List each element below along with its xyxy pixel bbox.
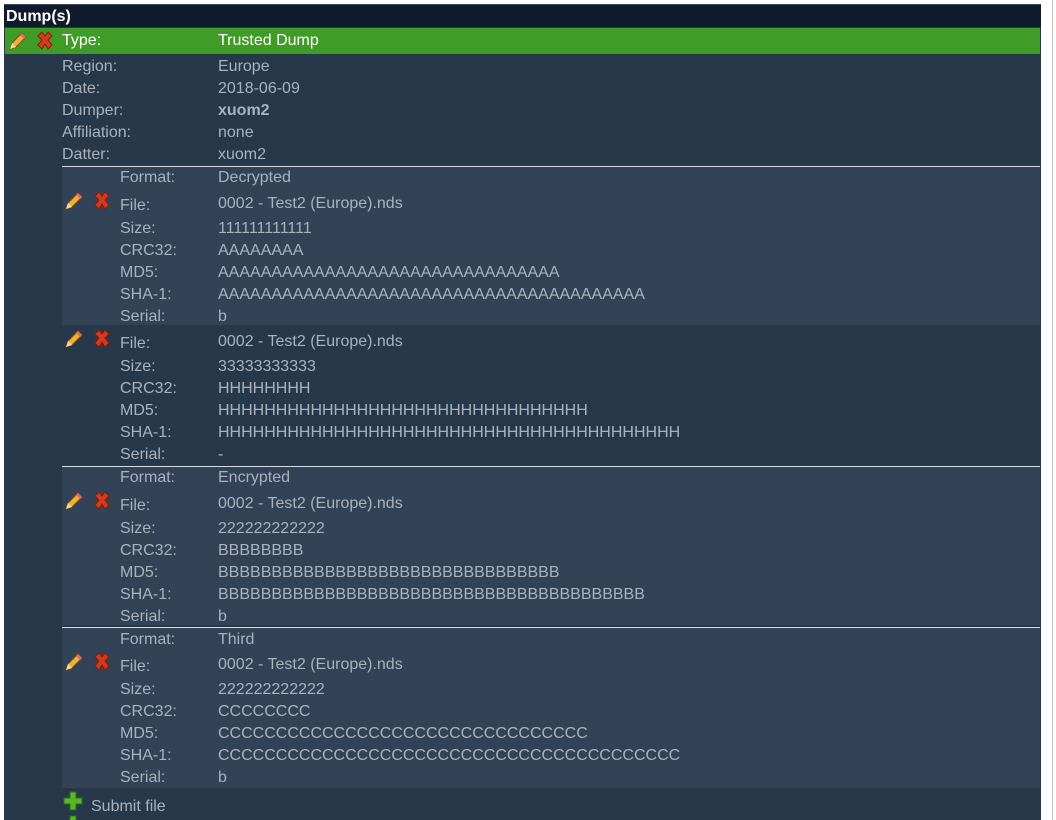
pencil-icon[interactable] <box>62 490 84 512</box>
size-value: 33333333333 <box>218 358 316 375</box>
md5-value: CCCCCCCCCCCCCCCCCCCCCCCCCCCCCCCC <box>218 725 588 742</box>
md5-label: MD5: <box>120 402 159 419</box>
size-label: Size: <box>120 220 156 237</box>
pencil-icon[interactable] <box>62 190 84 212</box>
file-name: 0002 - Test2 (Europe).nds <box>218 195 403 212</box>
dumper-value[interactable]: xuom2 <box>218 100 270 122</box>
scrollbar-divider <box>1052 0 1053 820</box>
md5-value: HHHHHHHHHHHHHHHHHHHHHHHHHHHHHHHH <box>218 402 588 419</box>
region-value: Europe <box>218 58 270 75</box>
md5-value: BBBBBBBBBBBBBBBBBBBBBBBBBBBBBBBB <box>218 564 560 581</box>
file-name: 0002 - Test2 (Europe).nds <box>218 333 403 350</box>
sha1-value: AAAAAAAAAAAAAAAAAAAAAAAAAAAAAAAAAAAAAAAA <box>218 286 645 303</box>
size-value: 111111111111 <box>218 220 312 237</box>
submit-file-link[interactable]: Submit file <box>91 796 166 818</box>
crc32-value: BBBBBBBB <box>218 542 304 559</box>
pencil-icon[interactable] <box>62 328 84 350</box>
serial-value: b <box>218 608 227 625</box>
format-value: Third <box>218 631 255 648</box>
delete-icon[interactable] <box>34 30 56 52</box>
region-label: Region: <box>62 58 118 75</box>
sha1-value: BBBBBBBBBBBBBBBBBBBBBBBBBBBBBBBBBBBBBBBB <box>218 586 645 603</box>
md5-label: MD5: <box>120 564 159 581</box>
format-label: Format: <box>120 631 176 648</box>
date-label: Date: <box>62 80 101 97</box>
serial-label: Serial: <box>120 608 166 625</box>
crc32-label: CRC32: <box>120 380 177 397</box>
affiliation-value: none <box>218 124 254 141</box>
format-label: Format: <box>120 469 176 486</box>
md5-label: MD5: <box>120 264 159 281</box>
affiliation-label: Affiliation: <box>62 124 132 141</box>
sha1-value: CCCCCCCCCCCCCCCCCCCCCCCCCCCCCCCCCCCCCCCC <box>218 747 681 764</box>
serial-value: - <box>218 446 224 463</box>
serial-label: Serial: <box>120 446 166 463</box>
type-value: Trusted Dump <box>218 32 319 49</box>
pencil-icon[interactable] <box>6 30 28 52</box>
pencil-icon[interactable] <box>62 651 84 673</box>
file-label: File: <box>120 497 151 514</box>
dumper-label: Dumper: <box>62 102 124 119</box>
size-label: Size: <box>120 520 156 537</box>
add-icon[interactable] <box>62 814 84 820</box>
sha1-value: HHHHHHHHHHHHHHHHHHHHHHHHHHHHHHHHHHHHHHHH <box>218 424 681 441</box>
crc32-value: AAAAAAAA <box>218 242 304 259</box>
date-value: 2018-06-09 <box>218 80 300 97</box>
size-label: Size: <box>120 358 156 375</box>
serial-value: b <box>218 308 227 325</box>
file-label: File: <box>120 197 151 214</box>
size-value: 222222222222 <box>218 520 325 537</box>
file-label: File: <box>120 658 151 675</box>
dump-type-row: Type: Trusted Dump <box>5 28 1040 54</box>
sha1-label: SHA-1: <box>120 586 172 603</box>
sha1-label: SHA-1: <box>120 747 172 764</box>
serial-label: Serial: <box>120 308 166 325</box>
serial-label: Serial: <box>120 769 166 786</box>
format-value: Decrypted <box>218 169 291 186</box>
serial-value: b <box>218 769 227 786</box>
delete-icon[interactable] <box>91 190 113 212</box>
md5-label: MD5: <box>120 725 159 742</box>
delete-icon[interactable] <box>91 651 113 673</box>
file-label: File: <box>120 335 151 352</box>
crc32-value: HHHHHHHH <box>218 380 311 397</box>
section-title: Dump(s) <box>4 4 1041 27</box>
datter-value: xuom2 <box>218 146 267 163</box>
type-label: Type: <box>62 32 102 49</box>
dumps-panel: Dump(s) Type: Trusted Dump Region: Europ… <box>4 4 1041 820</box>
delete-icon[interactable] <box>91 328 113 350</box>
crc32-label: CRC32: <box>120 242 177 259</box>
crc32-value: CCCCCCCC <box>218 703 311 720</box>
size-value: 222222222222 <box>218 681 325 698</box>
datter-label: Datter: <box>62 146 111 163</box>
crc32-label: CRC32: <box>120 542 177 559</box>
file-name: 0002 - Test2 (Europe).nds <box>218 495 403 512</box>
sha1-label: SHA-1: <box>120 424 172 441</box>
scrollbar-track[interactable] <box>1041 0 1056 820</box>
md5-value: AAAAAAAAAAAAAAAAAAAAAAAAAAAAAAAA <box>218 264 560 281</box>
delete-icon[interactable] <box>91 490 113 512</box>
format-value: Encrypted <box>218 469 291 486</box>
add-icon[interactable] <box>62 790 84 812</box>
format-label: Format: <box>120 169 176 186</box>
sha1-label: SHA-1: <box>120 286 172 303</box>
file-name: 0002 - Test2 (Europe).nds <box>218 656 403 673</box>
size-label: Size: <box>120 681 156 698</box>
crc32-label: CRC32: <box>120 703 177 720</box>
